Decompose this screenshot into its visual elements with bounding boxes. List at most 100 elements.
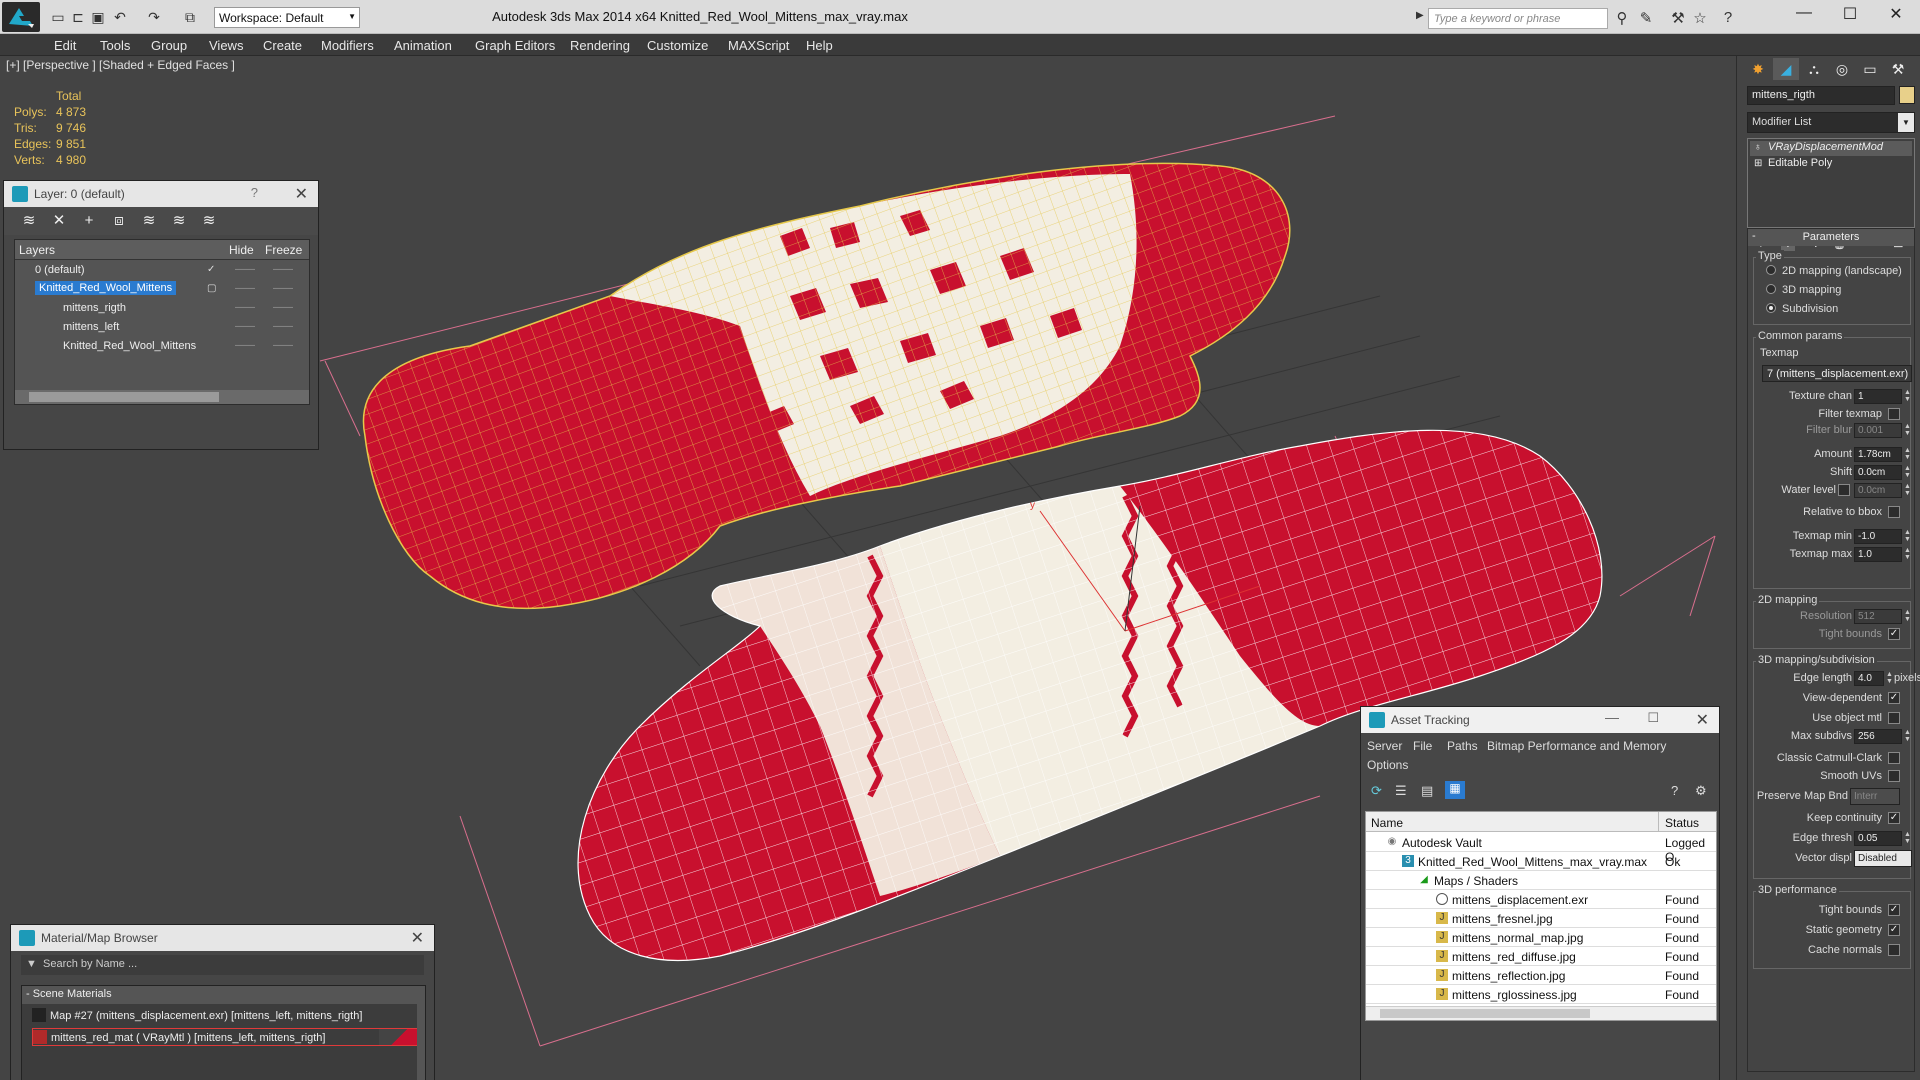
utilities-tab-icon[interactable]: ⚒ bbox=[1885, 58, 1911, 80]
binoculars-icon[interactable]: ⚲ bbox=[1612, 9, 1632, 27]
col-layers[interactable]: Layers bbox=[19, 243, 55, 257]
object-row[interactable]: mittens_rigth —— —— bbox=[15, 299, 309, 318]
lightbulb-icon[interactable]: ♁ bbox=[1754, 142, 1762, 153]
menu-bitmap-performance[interactable]: Bitmap Performance and Memory bbox=[1487, 739, 1666, 753]
viewport-label[interactable]: [+] [Perspective ] [Shaded + Edged Faces… bbox=[6, 58, 235, 72]
asset-row[interactable]: ◉ Autodesk Vault Logged O bbox=[1366, 833, 1716, 864]
texmap-max-spinner[interactable]: 1.0 bbox=[1854, 547, 1902, 562]
perspective-viewport[interactable]: y [+] [Perspective ] [Shaded + Edged Fac… bbox=[0, 56, 1736, 1080]
object-color-swatch[interactable] bbox=[1899, 86, 1915, 104]
preserve-map-dropdown[interactable]: Interr bbox=[1850, 788, 1900, 805]
asset-row[interactable]: ◢ Maps / Shaders bbox=[1366, 871, 1716, 890]
vertical-scrollbar[interactable] bbox=[417, 986, 425, 1080]
close-icon[interactable]: ✕ bbox=[295, 184, 308, 204]
layer-row[interactable]: 0 (default) ✓ —— —— bbox=[15, 261, 309, 280]
maximize-button[interactable]: ☐ bbox=[1830, 4, 1870, 28]
table-view-icon[interactable]: ▦ bbox=[1445, 781, 1465, 799]
motion-tab-icon[interactable]: ◎ bbox=[1829, 58, 1855, 80]
spinner-arrows-icon[interactable]: ▲ ▼ bbox=[1904, 423, 1911, 437]
help-icon[interactable]: ? bbox=[1671, 783, 1678, 798]
search-options-icon[interactable]: ▼ bbox=[26, 958, 37, 970]
menu-tools[interactable]: Tools bbox=[100, 38, 130, 53]
detail-view-icon[interactable]: ▤ bbox=[1421, 783, 1433, 799]
hide-toggle[interactable]: —— bbox=[235, 283, 255, 294]
spinner-arrows-icon[interactable]: ▲ ▼ bbox=[1904, 529, 1911, 543]
exchange-icon[interactable]: ⚒ bbox=[1668, 9, 1688, 27]
hide-all-icon[interactable]: ≋ bbox=[170, 213, 188, 229]
help-icon[interactable]: ? bbox=[1718, 9, 1738, 27]
asset-tracking-titlebar[interactable]: Asset Tracking — ☐ ✕ bbox=[1361, 707, 1719, 733]
vector-displ-dropdown[interactable]: Disabled bbox=[1854, 850, 1912, 867]
horizontal-scrollbar[interactable] bbox=[1366, 1006, 1716, 1020]
hide-toggle[interactable]: —— bbox=[235, 302, 255, 313]
object-row[interactable]: Knitted_Red_Wool_Mittens —— —— bbox=[15, 337, 309, 356]
spinner-arrows-icon[interactable]: ▲ ▼ bbox=[1904, 729, 1911, 743]
freeze-all-icon[interactable]: ≋ bbox=[200, 213, 218, 229]
resolution-spinner[interactable]: 512 bbox=[1854, 609, 1902, 624]
scrollbar-thumb[interactable] bbox=[1380, 1009, 1590, 1018]
freeze-toggle[interactable]: —— bbox=[273, 283, 293, 294]
modifier-list-dropdown[interactable]: Modifier List ▼ bbox=[1747, 112, 1915, 133]
material-item-selected[interactable]: mittens_red_mat ( VRayMtl ) [mittens_lef… bbox=[32, 1028, 420, 1046]
menu-options[interactable]: Options bbox=[1367, 758, 1408, 772]
tight-bounds-checkbox[interactable]: ✓ bbox=[1888, 904, 1900, 916]
keyword-search-input[interactable]: Type a keyword or phrase bbox=[1428, 8, 1608, 29]
filter-texmap-checkbox[interactable] bbox=[1888, 408, 1900, 420]
col-freeze[interactable]: Freeze bbox=[265, 243, 302, 257]
spinner-arrows-icon[interactable]: ▲ ▼ bbox=[1904, 483, 1911, 497]
freeze-toggle[interactable]: —— bbox=[273, 340, 293, 351]
delete-layer-icon[interactable]: ✕ bbox=[50, 213, 68, 229]
edge-length-spinner[interactable]: 4.0 bbox=[1854, 671, 1884, 686]
hide-toggle[interactable]: —— bbox=[235, 264, 255, 275]
play-arrow-icon[interactable]: ▶ bbox=[1416, 10, 1424, 21]
asset-row[interactable]: mittens_displacement.exr Found bbox=[1366, 890, 1716, 909]
spinner-arrows-icon[interactable]: ▲ ▼ bbox=[1904, 465, 1911, 479]
menu-edit[interactable]: Edit bbox=[54, 38, 76, 53]
hierarchy-tab-icon[interactable]: ⛬ bbox=[1801, 58, 1827, 80]
create-layer-icon[interactable]: ≋ bbox=[20, 213, 38, 229]
close-icon[interactable]: ✕ bbox=[1696, 710, 1709, 730]
water-level-spinner[interactable]: 0.0cm bbox=[1854, 483, 1902, 498]
texmap-min-spinner[interactable]: -1.0 bbox=[1854, 529, 1902, 544]
water-level-checkbox[interactable] bbox=[1838, 484, 1850, 496]
asset-row[interactable]: 3 Knitted_Red_Wool_Mittens_max_vray.max … bbox=[1366, 852, 1716, 871]
add-to-layer-icon[interactable]: + bbox=[80, 213, 98, 229]
col-status[interactable]: Status bbox=[1665, 816, 1699, 830]
filter-blur-spinner[interactable]: 0.001 bbox=[1854, 423, 1902, 438]
smooth-uvs-checkbox[interactable] bbox=[1888, 770, 1900, 782]
hide-toggle[interactable]: —— bbox=[235, 321, 255, 332]
stack-item-editable-poly[interactable]: ⊞ Editable Poly bbox=[1750, 157, 1912, 172]
material-search-input[interactable]: ▼ Search by Name ... bbox=[21, 955, 424, 975]
spinner-arrows-icon[interactable]: ▲ ▼ bbox=[1904, 831, 1911, 845]
asset-row[interactable]: J mittens_red_diffuse.jpg Found bbox=[1366, 947, 1716, 966]
expand-plus-icon[interactable]: ⊞ bbox=[1754, 158, 1762, 169]
menu-customize[interactable]: Customize bbox=[647, 38, 708, 53]
tight-bounds-2d-checkbox[interactable]: ✓ bbox=[1888, 628, 1900, 640]
list-view-icon[interactable]: ☰ bbox=[1395, 783, 1407, 799]
menu-file[interactable]: File bbox=[1413, 739, 1432, 753]
select-objects-icon[interactable]: ⧈ bbox=[110, 213, 128, 229]
material-browser-titlebar[interactable]: Material/Map Browser ✕ bbox=[11, 925, 434, 951]
menu-views[interactable]: Views bbox=[209, 38, 243, 53]
material-item[interactable]: Map #27 (mittens_displacement.exr) [mitt… bbox=[32, 1008, 362, 1022]
keep-continuity-checkbox[interactable]: ✓ bbox=[1888, 812, 1900, 824]
maximize-icon[interactable]: ☐ bbox=[1647, 710, 1659, 726]
col-name[interactable]: Name bbox=[1371, 816, 1403, 830]
scrollbar-thumb[interactable] bbox=[29, 392, 219, 402]
minimize-icon[interactable]: — bbox=[1605, 709, 1619, 725]
cache-normals-checkbox[interactable] bbox=[1888, 944, 1900, 956]
communication-icon[interactable]: ✎ bbox=[1636, 9, 1656, 27]
menu-server[interactable]: Server bbox=[1367, 739, 1402, 753]
close-icon[interactable]: ✕ bbox=[411, 928, 424, 948]
use-object-mtl-checkbox[interactable] bbox=[1888, 712, 1900, 724]
static-geometry-checkbox[interactable]: ✓ bbox=[1888, 924, 1900, 936]
help-icon[interactable]: ? bbox=[251, 185, 258, 200]
asset-row[interactable]: J mittens_normal_map.jpg Found bbox=[1366, 928, 1716, 947]
view-dependent-checkbox[interactable]: ✓ bbox=[1888, 692, 1900, 704]
freeze-toggle[interactable]: —— bbox=[273, 302, 293, 313]
shift-spinner[interactable]: 0.0cm bbox=[1854, 465, 1902, 480]
create-tab-icon[interactable]: ✸ bbox=[1745, 58, 1771, 80]
asset-row[interactable]: J mittens_fresnel.jpg Found bbox=[1366, 909, 1716, 928]
favorites-star-icon[interactable]: ☆ bbox=[1690, 9, 1710, 27]
amount-spinner[interactable]: 1.78cm bbox=[1854, 447, 1902, 462]
